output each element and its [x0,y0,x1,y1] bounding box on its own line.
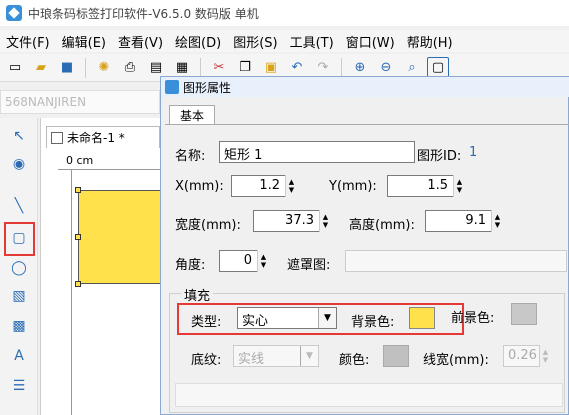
printer-name-text: 568NANJIREN [5,95,87,109]
id-label: 图形ID: [417,149,462,164]
vertical-ruler [58,170,72,415]
printer-name-field[interactable]: 568NANJIREN [0,90,160,114]
resize-handle[interactable] [75,234,81,240]
fgcolor-swatch[interactable] [511,303,537,325]
document-tab-label: 未命名-1 * [67,131,125,145]
line-icon[interactable]: ╲ [6,194,32,218]
pan-icon[interactable]: ◉ [6,152,32,176]
resize-handle[interactable] [75,187,81,193]
rich-text-tool-icon[interactable]: ☰ [6,374,32,398]
print-icon[interactable]: ⎙ [119,57,141,79]
fill-group-label: 填充 [181,285,214,304]
toolbar-separator [200,57,201,78]
menu-tools[interactable]: 工具(T) [284,32,340,51]
angle-label: 角度: [175,258,206,273]
shape-properties-dialog: 图形属性 基本 名称: 矩形 1 图形ID: 1 X(mm): 1.2 ▲ ▼ Y… [160,76,569,415]
color-swatch[interactable] [383,345,409,367]
y-spinner[interactable]: ▲ ▼ [453,175,465,197]
menu-file[interactable]: 文件(F) [0,32,56,51]
new-icon[interactable]: ▭ [4,57,26,79]
pattern-select[interactable]: 实线 ▼ [233,345,319,367]
x-spinner[interactable]: ▲ ▼ [285,175,297,197]
dialog-title: 图形属性 [183,80,232,95]
menu-edit[interactable]: 编辑(E) [56,32,112,51]
text-tool-icon[interactable]: A [6,344,32,368]
app-logo-icon [6,5,22,21]
fill-type-select[interactable]: 实心 ▼ [237,307,337,329]
title-bar: 中琅条码标签打印软件-V6.5.0 数码版 单机 [0,0,569,26]
x-label: X(mm): [175,179,224,194]
document-icon [51,131,63,144]
tab-basic[interactable]: 基本 [169,105,215,125]
height-spinner[interactable]: ▲ ▼ [491,210,503,232]
width-value: 37.3 [285,213,314,228]
bgcolor-label: 背景色: [351,315,395,330]
picture-tool-icon[interactable]: ▩ [6,314,32,338]
linewidth-label: 线宽(mm): [423,353,489,368]
toolbar-separator [85,57,86,78]
yellow-rectangle-shape[interactable] [78,190,162,284]
menu-shape[interactable]: 图形(S) [227,32,283,51]
color-label: 颜色: [339,353,370,368]
dialog-icon [165,80,179,94]
mask-label: 遮罩图: [287,258,331,273]
pattern-label: 底纹: [191,353,222,368]
height-label: 高度(mm): [349,218,415,233]
x-value: 1.2 [259,178,280,193]
linewidth-value: 0.26 [508,348,537,363]
angle-value: 0 [243,253,252,268]
rectangle-tool-highlight [4,222,35,256]
height-value: 9.1 [465,213,486,228]
toolbar-separator [341,57,342,78]
settings-icon[interactable]: ✺ [93,57,115,79]
left-tool-panel: ↖ ◉ ╲ ▢ ◯ ▧ ▩ A ☰ [0,118,38,415]
fgcolor-label: 前景色: [451,311,495,326]
menu-help[interactable]: 帮助(H) [401,32,459,51]
resize-handle[interactable] [75,281,81,287]
image-tool-icon[interactable]: ▧ [6,284,32,308]
ruler-label: 0 cm [66,154,94,167]
y-value: 1.5 [427,178,448,193]
type-label: 类型: [191,315,222,330]
tab-basic-label: 基本 [179,109,204,123]
open-icon[interactable]: ▰ [30,57,52,79]
mask-field[interactable] [345,250,567,272]
fill-preview-field [175,383,563,407]
pointer-icon[interactable]: ↖ [6,124,32,148]
angle-spinner[interactable]: ▲ ▼ [257,250,269,272]
width-spinner[interactable]: ▲ ▼ [319,210,331,232]
document-tab[interactable]: 未命名-1 * [46,126,160,148]
dialog-title-bar: 图形属性 [161,77,569,97]
pattern-value: 实线 [238,352,265,367]
window-title: 中琅条码标签打印软件-V6.5.0 数码版 单机 [28,6,259,21]
name-label: 名称: [175,149,206,164]
fill-type-value: 实心 [242,314,269,329]
linewidth-spinner[interactable]: ▲ ▼ [539,345,551,367]
name-value: 矩形 1 [224,148,263,163]
id-value: 1 [469,145,478,160]
menu-view[interactable]: 查看(V) [112,32,169,51]
chevron-down-icon: ▼ [318,308,336,328]
save-icon[interactable]: ■ [56,57,78,79]
name-field[interactable]: 矩形 1 [219,141,415,163]
bgcolor-swatch[interactable] [409,307,435,329]
menu-draw[interactable]: 绘图(D) [169,32,227,51]
width-label: 宽度(mm): [175,218,241,233]
y-label: Y(mm): [329,179,377,194]
menu-bar: 文件(F) 编辑(E) 查看(V) 绘图(D) 图形(S) 工具(T) 窗口(W… [0,30,569,52]
chevron-down-icon: ▼ [300,346,318,366]
menu-window[interactable]: 窗口(W) [340,32,401,51]
ellipse-tool-icon[interactable]: ◯ [6,256,32,280]
